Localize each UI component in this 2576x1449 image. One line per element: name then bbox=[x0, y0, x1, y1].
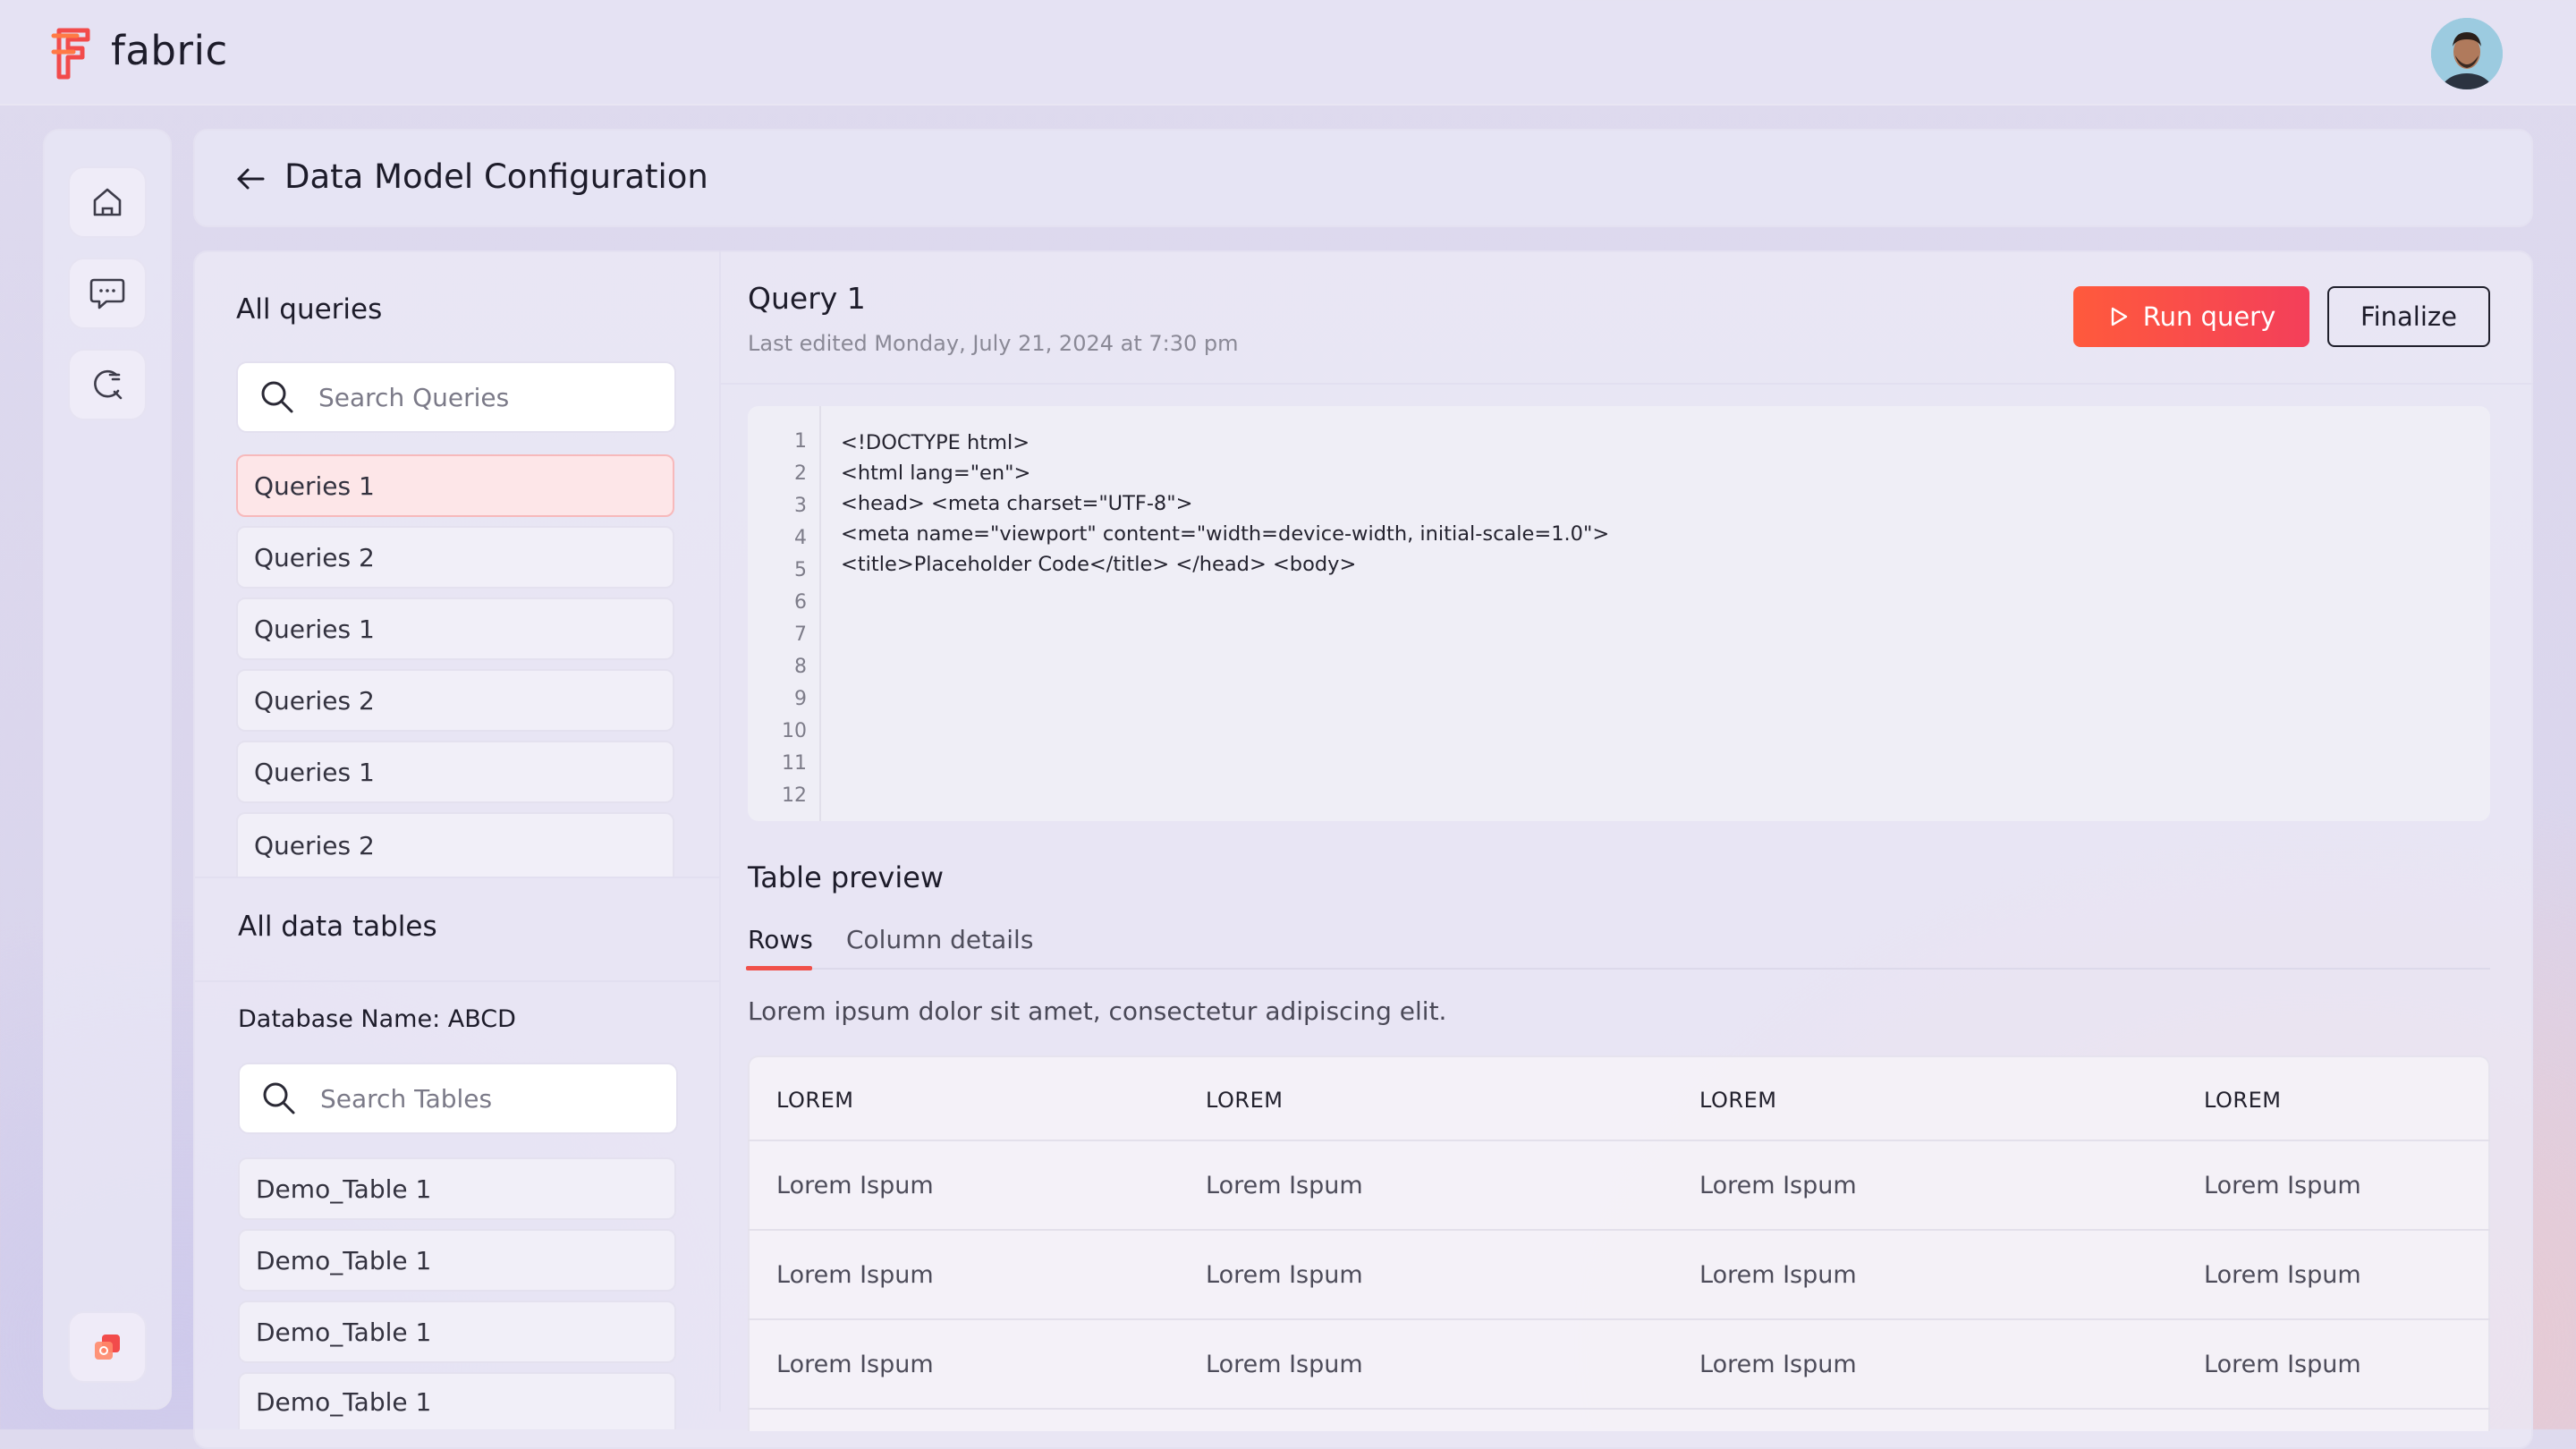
table-cell: Lorem Ispum bbox=[776, 1261, 934, 1289]
line-number: 3 bbox=[794, 495, 807, 517]
table-cell: Lorem Ispum bbox=[776, 1351, 934, 1378]
line-number: 4 bbox=[794, 527, 807, 549]
section-divider bbox=[195, 980, 719, 982]
line-number: 12 bbox=[782, 784, 807, 807]
table-cell: Lorem Ispum bbox=[2204, 1351, 2361, 1378]
page-title: Data Model Configuration bbox=[284, 157, 708, 196]
queries-heading: All queries bbox=[236, 293, 383, 326]
chat-icon[interactable] bbox=[68, 258, 147, 329]
home-icon[interactable] bbox=[68, 166, 147, 238]
row-divider bbox=[748, 1318, 2490, 1320]
search-icon bbox=[263, 1082, 295, 1114]
table-list-item[interactable]: Demo_Table 1 bbox=[238, 1372, 676, 1429]
panel-divider bbox=[719, 250, 721, 1411]
row-divider bbox=[748, 1408, 2490, 1410]
editor-gutter-divider bbox=[819, 406, 821, 821]
table-list-item[interactable]: Demo_Table 1 bbox=[238, 1229, 676, 1292]
query-header-divider bbox=[721, 383, 2533, 385]
finalize-button[interactable]: Finalize bbox=[2327, 286, 2490, 347]
search-refresh-icon[interactable] bbox=[68, 349, 147, 420]
line-number: 7 bbox=[794, 623, 807, 646]
code-content[interactable]: <!DOCTYPE html> <html lang="en"> <head> … bbox=[841, 428, 1609, 580]
table-cell: Lorem Ispum bbox=[1206, 1351, 1363, 1378]
line-number: 10 bbox=[782, 720, 807, 742]
last-edited-text: Last edited Monday, July 21, 2024 at 7:3… bbox=[748, 331, 1239, 356]
search-queries-placeholder: Search Queries bbox=[318, 382, 510, 412]
query-list-item[interactable]: Queries 1 bbox=[236, 741, 674, 803]
line-number: 5 bbox=[794, 559, 807, 581]
search-icon bbox=[261, 381, 293, 413]
top-bar bbox=[0, 0, 2576, 106]
column-header: LOREM bbox=[776, 1088, 854, 1113]
code-line: <title>Placeholder Code</title> </head> … bbox=[841, 553, 1357, 576]
table-preview-description: Lorem ipsum dolor sit amet, consectetur … bbox=[748, 996, 1447, 1026]
table-list-item[interactable]: Demo_Table 1 bbox=[238, 1301, 676, 1363]
tables-heading: All data tables bbox=[238, 911, 437, 943]
table-preview-heading: Table preview bbox=[748, 860, 945, 894]
play-icon bbox=[2111, 307, 2127, 326]
table-cell: Lorem Ispum bbox=[1206, 1172, 1363, 1199]
query-list-item[interactable]: Queries 2 bbox=[236, 669, 674, 732]
run-query-label: Run query bbox=[2142, 301, 2276, 332]
line-number-gutter: 1 2 3 4 5 6 7 8 9 10 11 12 bbox=[748, 426, 807, 812]
search-tables-input[interactable]: Search Tables bbox=[238, 1063, 678, 1134]
search-queries-input[interactable]: Search Queries bbox=[236, 361, 676, 433]
apps-icon[interactable] bbox=[68, 1311, 147, 1383]
query-list-item[interactable]: Queries 2 bbox=[236, 526, 674, 589]
line-number: 1 bbox=[794, 430, 807, 453]
table-list-item[interactable]: Demo_Table 1 bbox=[238, 1157, 676, 1220]
query-list-item[interactable]: Queries 1 bbox=[236, 597, 674, 660]
line-number: 6 bbox=[794, 591, 807, 614]
brand-name: fabric bbox=[111, 27, 228, 74]
column-header: LOREM bbox=[1699, 1088, 1777, 1113]
table-cell: Lorem Ispum bbox=[1699, 1351, 1857, 1378]
table-cell: Lorem Ispum bbox=[1699, 1172, 1857, 1199]
section-divider bbox=[195, 877, 719, 878]
code-line: <head> <meta charset="UTF-8"> bbox=[841, 492, 1193, 515]
column-header: LOREM bbox=[1206, 1088, 1284, 1113]
tab-rows[interactable]: Rows bbox=[748, 925, 813, 954]
row-divider bbox=[748, 1140, 2490, 1141]
row-divider bbox=[748, 1229, 2490, 1231]
tabs-divider bbox=[748, 968, 2490, 970]
query-list-item[interactable]: Queries 2 bbox=[236, 812, 674, 877]
back-arrow-icon[interactable] bbox=[234, 163, 267, 195]
line-number: 8 bbox=[794, 656, 807, 678]
query-title: Query 1 bbox=[748, 281, 866, 316]
table-cell: Lorem Ispum bbox=[2204, 1172, 2361, 1199]
line-number: 11 bbox=[782, 752, 807, 775]
active-tab-indicator bbox=[746, 966, 812, 970]
user-avatar[interactable] bbox=[2431, 18, 2503, 89]
search-tables-placeholder: Search Tables bbox=[320, 1083, 493, 1114]
code-line: <!DOCTYPE html> bbox=[841, 431, 1030, 454]
code-line: <html lang="en"> bbox=[841, 462, 1031, 485]
code-line: <meta name="viewport" content="width=dev… bbox=[841, 522, 1610, 546]
query-list-item[interactable]: Queries 1 bbox=[236, 454, 674, 517]
table-cell: Lorem Ispum bbox=[2204, 1261, 2361, 1289]
table-cell: Lorem Ispum bbox=[1206, 1261, 1363, 1289]
column-header: LOREM bbox=[2204, 1088, 2282, 1113]
fabric-logo-icon[interactable] bbox=[50, 25, 95, 82]
database-name-label: Database Name: ABCD bbox=[238, 1005, 516, 1033]
table-cell: Lorem Ispum bbox=[1699, 1261, 1857, 1289]
line-number: 9 bbox=[794, 688, 807, 710]
line-number: 2 bbox=[794, 462, 807, 485]
run-query-button[interactable]: Run query bbox=[2073, 286, 2309, 347]
tab-column-details[interactable]: Column details bbox=[846, 925, 1033, 954]
table-cell: Lorem Ispum bbox=[776, 1172, 934, 1199]
